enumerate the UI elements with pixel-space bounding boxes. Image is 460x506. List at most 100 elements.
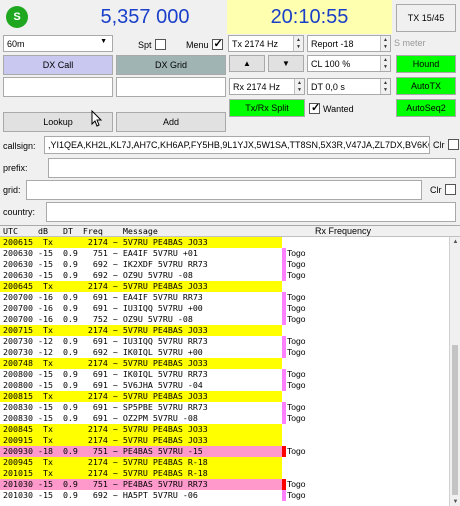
menu-checkbox[interactable]: Menu	[186, 37, 223, 51]
decode-row[interactable]: 200715 Tx 2174 ~ 5V7RU PE4BAS JO33	[0, 325, 282, 336]
decode-row[interactable]: 200845 Tx 2174 ~ 5V7RU PE4BAS JO33	[0, 424, 282, 435]
tx-counter: TX 15/45	[396, 4, 456, 32]
dx-call-label: DX Call	[3, 55, 113, 75]
rx-freq-value: Rx 2174 Hz	[233, 81, 281, 92]
decode-row[interactable]: 200815 Tx 2174 ~ 5V7RU PE4BAS JO33	[0, 391, 282, 402]
rx-country: Togo	[287, 336, 306, 346]
decode-row-message: 200815 Tx 2174 ~ 5V7RU PE4BAS JO33	[3, 391, 208, 401]
rx-country: Togo	[287, 369, 306, 379]
freq-down-button[interactable]: ▼	[268, 55, 304, 72]
rx-country: Togo	[287, 259, 306, 269]
scrollbar[interactable]: ▲ ▼	[449, 237, 460, 506]
decode-row-message: 200700 -16 0.9 691 ~ IU3IQQ 5V7RU +00	[3, 303, 203, 313]
decode-row[interactable]: 200700 -16 0.9 752 ~ OZ9U 5V7RU -08	[0, 314, 282, 325]
report-spinbox[interactable]: Report -18 ▲ ▼	[307, 35, 391, 52]
decode-row[interactable]: 200730 -12 0.9 691 ~ IU3IQQ 5V7RU RR73	[0, 336, 282, 347]
cl-spin-icon[interactable]: ▲ ▼	[380, 56, 390, 71]
menu-check[interactable]	[211, 37, 223, 50]
decode-row-message: 200630 -15 0.9 692 ~ IK2XDF 5V7RU RR73	[3, 259, 208, 269]
report-spin-icon[interactable]: ▲ ▼	[380, 36, 390, 51]
callsign-value: ,YI1QEA,KH2L,KL7J,AH7C,KH6AP,FY5HB,9L1YJ…	[48, 140, 430, 150]
decode-row[interactable]: 200930 -18 0.9 751 ~ PE4BAS 5V7RU -15	[0, 446, 282, 457]
decode-row[interactable]: 200700 -16 0.9 691 ~ EA4IF 5V7RU RR73	[0, 292, 282, 303]
dt-spinbox[interactable]: DT 0,0 s ▲ ▼	[307, 78, 391, 95]
decode-panel[interactable]: UTC dB DT Freq Message Rx Frequency 2006…	[0, 225, 460, 506]
decode-row[interactable]: 200630 -15 0.9 751 ~ EA4IF 5V7RU +01	[0, 248, 282, 259]
decode-row[interactable]: 200700 -16 0.9 691 ~ IU3IQQ 5V7RU +00	[0, 303, 282, 314]
prefix-input[interactable]	[48, 158, 456, 178]
decode-row-message: 200945 Tx 2174 ~ 5V7RU PE4BAS R-18	[3, 457, 208, 467]
tx-freq-spin-icon[interactable]: ▲ ▼	[293, 36, 303, 51]
grid-label: grid:	[3, 185, 21, 195]
decode-row-message: 201015 Tx 2174 ~ 5V7RU PE4BAS R-18	[3, 468, 208, 478]
decode-row[interactable]: 200645 Tx 2174 ~ 5V7RU PE4BAS JO33	[0, 281, 282, 292]
band-value: 60m	[7, 38, 25, 49]
decode-row[interactable]: 200748 Tx 2174 ~ 5V7RU PE4BAS JO33	[0, 358, 282, 369]
rx-freq-spinbox[interactable]: Rx 2174 Hz ▲ ▼	[229, 78, 305, 95]
freq-up-button[interactable]: ▲	[229, 55, 265, 72]
status-icon: S	[6, 6, 28, 28]
prefix-label: prefix:	[3, 163, 28, 173]
callsign-label: callsign:	[3, 141, 36, 151]
dx-grid-label: DX Grid	[116, 55, 226, 75]
decode-row[interactable]: 200830 -15 0.9 691 ~ SP5PBE 5V7RU RR73	[0, 402, 282, 413]
scroll-thumb[interactable]	[452, 345, 458, 495]
cl-value: CL 100 %	[311, 58, 351, 69]
decode-row[interactable]: 201015 Tx 2174 ~ 5V7RU PE4BAS R-18	[0, 468, 282, 479]
txrx-split-button[interactable]: Tx/Rx Split	[229, 99, 305, 117]
scroll-up-icon[interactable]: ▲	[450, 237, 460, 247]
callsign-clr-check[interactable]	[447, 139, 459, 150]
decode-row[interactable]: 200615 Tx 2174 ~ 5V7RU PE4BAS JO33	[0, 237, 282, 248]
grid-input[interactable]	[26, 180, 422, 200]
hound-button[interactable]: Hound	[396, 55, 456, 73]
decode-row[interactable]: 201030 -15 0.9 751 ~ PE4BAS 5V7RU RR73	[0, 479, 282, 490]
grid-clr-check[interactable]	[444, 184, 456, 195]
spt-checkbox[interactable]: Spt	[138, 38, 166, 51]
decode-row-message: 201030 -15 0.9 751 ~ PE4BAS 5V7RU RR73	[3, 479, 208, 489]
decode-row[interactable]: 200800 -15 0.9 691 ~ IK0IQL 5V7RU RR73	[0, 369, 282, 380]
dt-spin-icon[interactable]: ▲ ▼	[380, 79, 390, 94]
decode-row-message: 200700 -16 0.9 691 ~ EA4IF 5V7RU RR73	[3, 292, 203, 302]
decode-row[interactable]: 200915 Tx 2174 ~ 5V7RU PE4BAS JO33	[0, 435, 282, 446]
dt-value: DT 0,0 s	[311, 81, 345, 92]
rx-country: Togo	[287, 446, 306, 456]
country-label: country:	[3, 207, 36, 217]
band-select[interactable]: 60m ▼	[3, 35, 113, 52]
decode-row[interactable]: 201030 -15 0.9 692 ~ HA5PT 5V7RU -06	[0, 490, 282, 501]
wanted-check[interactable]	[309, 101, 320, 114]
decode-row[interactable]: 200830 -15 0.9 691 ~ OZ2PM 5V7RU -08	[0, 413, 282, 424]
rx-country: Togo	[287, 402, 306, 412]
decode-row-message: 200615 Tx 2174 ~ 5V7RU PE4BAS JO33	[3, 237, 208, 247]
wanted-checkbox[interactable]: Wanted	[309, 101, 354, 115]
dx-call-input[interactable]	[3, 77, 113, 97]
decode-row-message: 200645 Tx 2174 ~ 5V7RU PE4BAS JO33	[3, 281, 208, 291]
decode-row[interactable]: 200630 -15 0.9 692 ~ OZ9U 5V7RU -08	[0, 270, 282, 281]
rx-country: Togo	[287, 292, 306, 302]
decode-row[interactable]: 200730 -12 0.9 692 ~ IK0IQL 5V7RU +00	[0, 347, 282, 358]
decode-row-message: 200830 -15 0.9 691 ~ SP5PBE 5V7RU RR73	[3, 402, 208, 412]
decode-row[interactable]: 200630 -15 0.9 692 ~ IK2XDF 5V7RU RR73	[0, 259, 282, 270]
autoseq2-button[interactable]: AutoSeq2	[396, 99, 456, 117]
callsign-input[interactable]: ,YI1QEA,KH2L,KL7J,AH7C,KH6AP,FY5HB,9L1YJ…	[44, 136, 430, 154]
decode-row-message: 201030 -15 0.9 692 ~ HA5PT 5V7RU -06	[3, 490, 198, 500]
decode-row[interactable]: 200945 Tx 2174 ~ 5V7RU PE4BAS R-18	[0, 457, 282, 468]
scroll-down-icon[interactable]: ▼	[450, 497, 460, 506]
tx-freq-value: Tx 2174 Hz	[232, 38, 279, 49]
country-input[interactable]	[46, 202, 456, 222]
rx-freq-spin-icon[interactable]: ▲ ▼	[294, 79, 304, 94]
autotx-button[interactable]: AutoTX	[396, 77, 456, 95]
rx-country: Togo	[287, 380, 306, 390]
decode-row-message: 200930 -18 0.9 751 ~ PE4BAS 5V7RU -15	[3, 446, 203, 456]
callsign-clr-checkbox[interactable]: Clr	[433, 139, 459, 150]
rx-country: Togo	[287, 347, 306, 357]
decode-header-columns: UTC dB DT Freq Message	[3, 226, 158, 236]
spt-check[interactable]	[154, 39, 166, 50]
cl-spinbox[interactable]: CL 100 % ▲ ▼	[307, 55, 391, 72]
grid-clr-checkbox[interactable]: Clr	[430, 184, 456, 195]
dial-frequency[interactable]: 5,357 000	[60, 4, 230, 30]
dx-grid-input[interactable]	[116, 77, 226, 97]
tx-freq-spinbox[interactable]: Tx 2174 Hz ▲ ▼	[228, 35, 304, 52]
add-button[interactable]: Add	[116, 112, 226, 132]
decode-row[interactable]: 200800 -15 0.9 691 ~ 5V6JHA 5V7RU -04	[0, 380, 282, 391]
rx-country: Togo	[287, 413, 306, 423]
